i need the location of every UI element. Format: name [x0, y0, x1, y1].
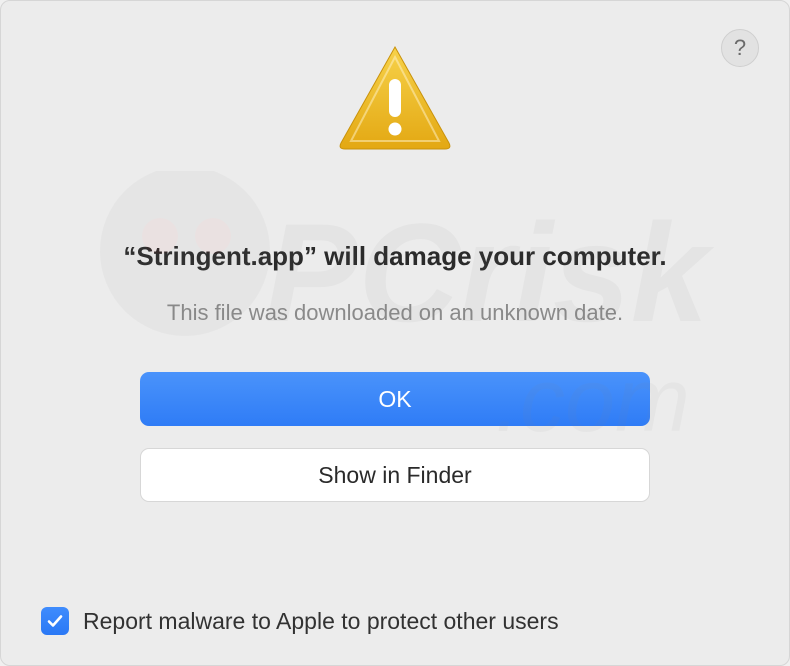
gatekeeper-warning-dialog: PCrisk .com ? “Stringent.app” will damag… — [0, 0, 790, 666]
dialog-headline: “Stringent.app” will damage your compute… — [123, 241, 666, 272]
show-in-finder-button[interactable]: Show in Finder — [140, 448, 650, 502]
svg-text:PCrisk: PCrisk — [265, 194, 715, 351]
warning-triangle-icon — [335, 43, 455, 153]
dialog-subtext: This file was downloaded on an unknown d… — [167, 300, 623, 326]
help-icon: ? — [734, 35, 746, 61]
ok-button-label: OK — [378, 386, 411, 413]
report-malware-row: Report malware to Apple to protect other… — [41, 607, 559, 635]
help-button[interactable]: ? — [721, 29, 759, 67]
button-group: OK Show in Finder — [140, 372, 650, 502]
checkmark-icon — [46, 612, 64, 630]
report-malware-checkbox[interactable] — [41, 607, 69, 635]
ok-button[interactable]: OK — [140, 372, 650, 426]
show-in-finder-button-label: Show in Finder — [318, 462, 471, 489]
report-malware-label: Report malware to Apple to protect other… — [83, 608, 559, 635]
